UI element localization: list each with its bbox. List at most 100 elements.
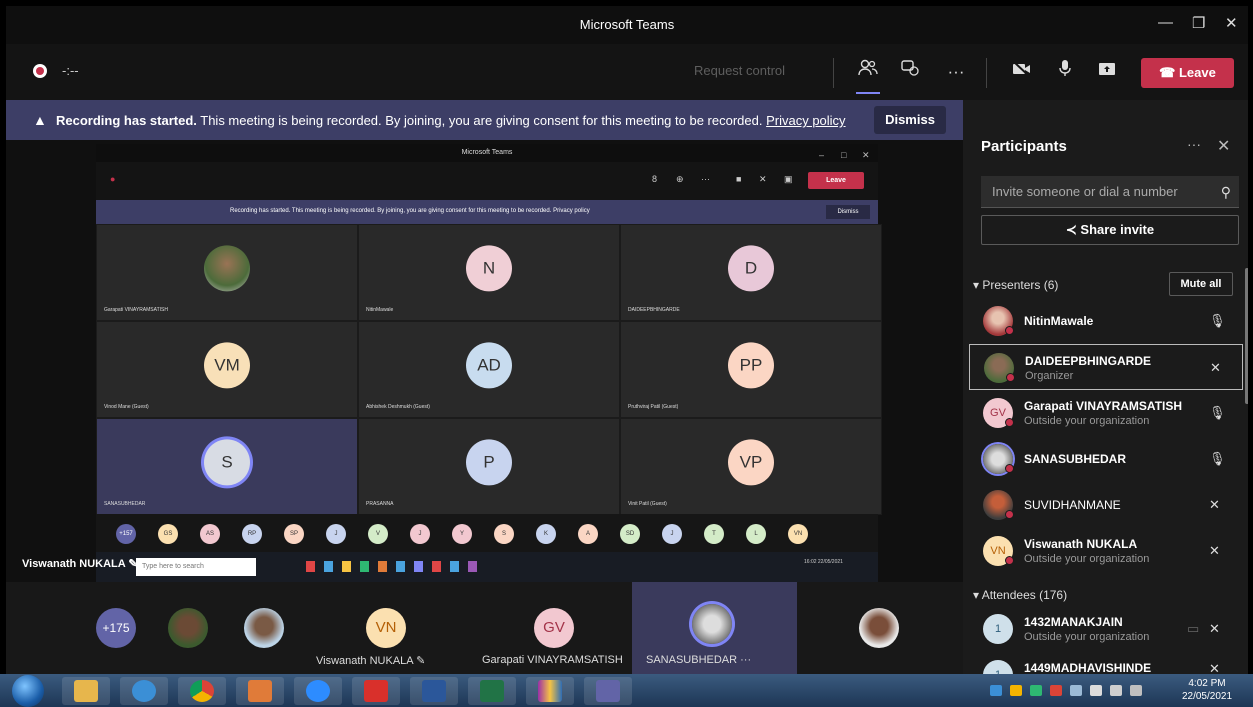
maximize-icon[interactable]: ❐ [1192,14,1205,32]
tray-icon[interactable] [1070,685,1082,696]
participant-name: SUVIDHANMANE [1024,498,1121,512]
tray-icon[interactable] [1050,685,1062,696]
share-icon: ≺ [1065,222,1077,237]
participant-row[interactable]: 1 1449MADHAVISHINDE ✕ [969,652,1243,674]
tray-icon[interactable] [1030,685,1042,696]
mini-avatar: GS [158,524,178,544]
shared-content-stage: Microsoft Teams – □ ✕ ● 8 ⊕ ··· ■ ✕ ▣ Le… [6,140,963,582]
video-tile: Garapati VINAYRAMSATISH [96,224,358,321]
invite-input[interactable]: Invite someone or dial a number ⚲ [981,176,1239,208]
taskbar-zoom[interactable] [294,677,342,705]
participant-photo[interactable] [244,608,284,648]
video-tile-sanasubhedar[interactable]: SANASUBHEDAR ··· [632,582,797,674]
network-icon[interactable] [1130,685,1142,696]
video-tile-garapati[interactable]: GV Garapati VINAYRAMSATISH [474,582,634,674]
participant-photo[interactable] [168,608,208,648]
taskbar-explorer[interactable] [62,677,110,705]
microphone-icon[interactable] [1051,58,1079,86]
leave-button[interactable]: ☎ Leave [1141,58,1234,88]
taskbar-acrobat[interactable] [352,677,400,705]
status-badge [1005,326,1014,335]
chat-icon[interactable] [896,58,924,86]
video-tile: D DAIDEEPBHINGARDE [620,224,882,321]
tray-icon[interactable] [990,685,1002,696]
speaker-icon[interactable] [1090,685,1102,696]
participant-name: Garapati VINAYRAMSATISH [1024,399,1183,413]
mic-off-icon: ✕ [1209,661,1220,674]
participant-row[interactable]: SUVIDHANMANE ✕ [969,482,1243,528]
mini-avatar: J [662,524,682,544]
avatar: P [466,438,512,485]
tile-name: Vinod Mane (Guest) [104,404,149,410]
shared-toolbar: ● 8 ⊕ ··· ■ ✕ ▣ Leave [96,162,878,200]
tile-name: NitinMawale [366,307,394,313]
shared-search-box: Type here to search [136,558,256,576]
mini-avatar: +157 [116,524,136,544]
start-button[interactable] [12,675,44,707]
avatar: PP [728,341,774,388]
participant-name: DAIDEEPBHINGARDE [1025,354,1152,368]
camera-off-icon: ▭ [1187,621,1200,636]
search-icon[interactable]: ⚲ [1221,176,1231,208]
more-options-icon[interactable]: ··· [740,654,751,666]
banner-text: Recording has started. This meeting is b… [56,113,846,128]
camera-off-icon[interactable] [1008,58,1036,86]
shared-taskbar-icon [468,561,477,572]
mini-avatar: K [536,524,556,544]
tile-name: Abhishek Deshmukh (Guest) [366,404,430,410]
presenters-header[interactable]: ▾ Presenters (6) [973,278,1058,292]
avatar: VP [728,438,774,485]
floating-name-text: Viswanath NUKALA [22,558,126,570]
participant-photo[interactable] [859,608,899,648]
tile-name-text: SANASUBHEDAR [646,654,738,666]
attendees-header[interactable]: ▾ Attendees (176) [973,588,1067,602]
more-options-icon[interactable]: ··· [942,58,970,86]
shared-share-icon: ▣ [784,174,793,184]
participants-icon[interactable] [854,58,882,94]
participant-row[interactable]: VN Viswanath NUKALA Outside your organiz… [969,528,1243,574]
taskbar-chrome[interactable] [178,677,226,705]
close-icon[interactable]: ✕ [1225,14,1238,32]
banner-bold: Recording has started. [56,113,197,128]
dismiss-button[interactable]: Dismiss [874,106,946,134]
shared-taskbar-icon [360,561,369,572]
minimize-icon[interactable]: — [1158,14,1173,31]
tile-name: Viswanath NUKALA ✎ [316,654,425,667]
shared-taskbar-icon [378,561,387,572]
video-tile: VP Vinit Patil (Guest) [620,418,882,515]
taskbar-ie[interactable] [120,677,168,705]
mic-off-icon: ✕ [1210,360,1221,375]
tray-icon[interactable] [1010,685,1022,696]
panel-title: Participants [981,138,1067,155]
battery-icon[interactable] [1110,685,1122,696]
share-invite-label: Share invite [1080,222,1155,237]
mini-avatar: SD [620,524,640,544]
share-screen-icon[interactable] [1093,58,1121,86]
share-invite-button[interactable]: ≺ Share invite [981,215,1239,245]
participant-row[interactable]: NitinMawale 🎙 [969,298,1243,344]
request-control-button[interactable]: Request control [694,63,785,78]
mic-off-icon: ✎ [416,655,426,667]
more-participants-button[interactable]: +175 [96,608,136,648]
taskbar-media[interactable] [236,677,284,705]
taskbar-archive[interactable] [526,677,574,705]
privacy-policy-link[interactable]: Privacy policy [766,113,845,128]
mini-avatar: Y [452,524,472,544]
participant-name: 1432MANAKJAIN [1024,615,1123,629]
video-tile-viswanath[interactable]: VN Viswanath NUKALA ✎ [306,582,466,674]
panel-scrollbar[interactable] [1245,268,1248,404]
participant-row[interactable]: DAIDEEPBHINGARDE Organizer ✕ [969,344,1243,390]
participant-row[interactable]: SANASUBHEDAR 🎙 [969,436,1243,482]
participant-row[interactable]: 1 1432MANAKJAIN Outside your organizatio… [969,606,1243,652]
taskbar-excel[interactable] [468,677,516,705]
panel-more-icon[interactable]: ··· [1187,136,1201,152]
participant-row[interactable]: GV Garapati VINAYRAMSATISH Outside your … [969,390,1243,436]
shared-title-bar: Microsoft Teams – □ ✕ [96,144,878,162]
mic-off-icon: ✕ [1209,543,1220,558]
panel-close-icon[interactable]: ✕ [1217,136,1230,156]
taskbar-word[interactable] [410,677,458,705]
mute-all-button[interactable]: Mute all [1169,272,1233,296]
taskbar-clock[interactable]: 4:02 PM 22/05/2021 [1172,677,1242,703]
shared-taskbar-icon [450,561,459,572]
taskbar-teams[interactable] [584,677,632,705]
